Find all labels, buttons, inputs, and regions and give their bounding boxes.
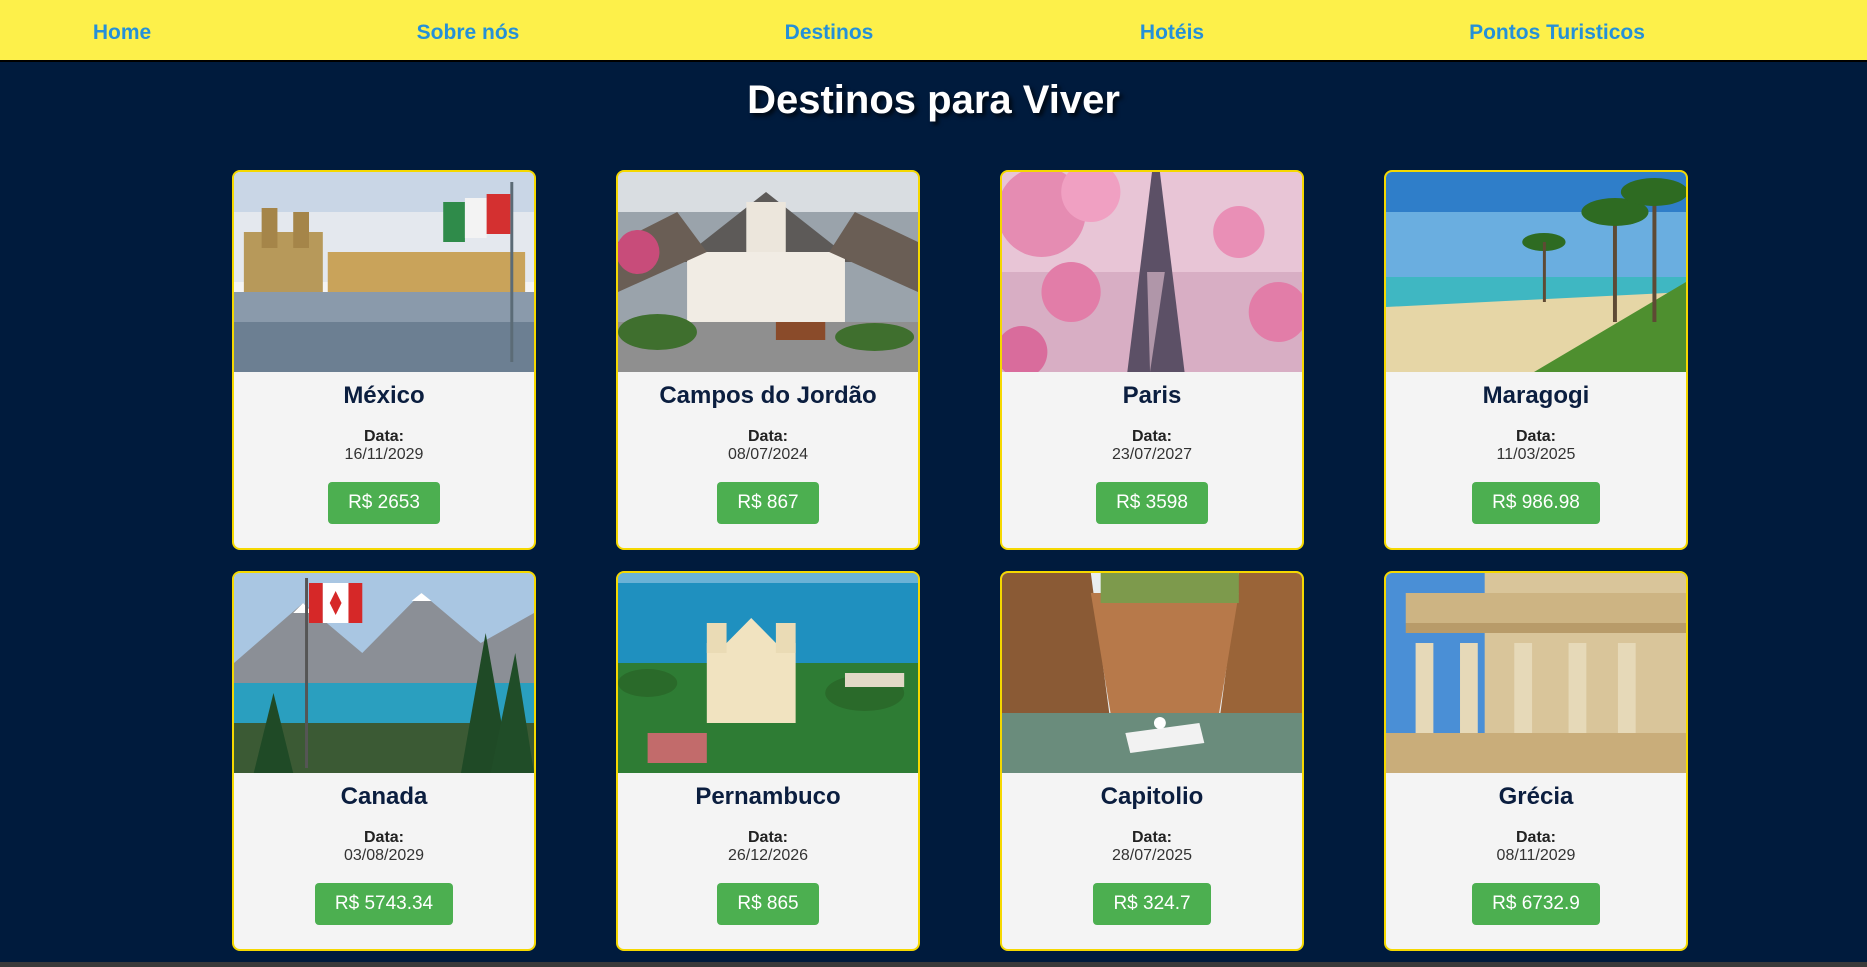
destination-card: México Data: 16/11/2029 R$ 2653: [232, 170, 536, 550]
destination-card: Paris Data: 23/07/2027 R$ 3598: [1000, 170, 1304, 550]
nav-link-home[interactable]: Home: [93, 21, 151, 45]
destination-name: Maragogi: [1482, 382, 1590, 409]
date-label: Data:: [363, 829, 404, 846]
destination-card: Pernambuco Data: 26/12/2026 R$ 865: [616, 571, 920, 951]
destination-grid: México Data: 16/11/2029 R$ 2653 Campos d…: [232, 170, 1688, 951]
destination-name: Grécia: [1498, 783, 1574, 810]
nav-link-hoteis[interactable]: Hotéis: [1140, 21, 1204, 45]
destination-card: Campos do Jordão Data: 08/07/2024 R$ 867: [616, 170, 920, 550]
destination-name: Paris: [1122, 382, 1182, 409]
destination-card: Canada Data: 03/08/2029 R$ 5743.34: [232, 571, 536, 951]
price-button[interactable]: R$ 865: [717, 883, 819, 925]
destination-name: México: [343, 382, 425, 409]
destination-photo: [234, 172, 534, 372]
destination-name: Pernambuco: [695, 783, 841, 810]
destination-photo: [618, 573, 918, 773]
destination-photo: [1386, 172, 1686, 372]
price-button[interactable]: R$ 5743.34: [314, 883, 454, 925]
destination-photo: [1386, 573, 1686, 773]
date-value: 28/07/2025: [1111, 847, 1193, 864]
date-value: 26/12/2026: [727, 847, 809, 864]
date-value: 11/03/2025: [1496, 446, 1576, 463]
date-label: Data:: [747, 428, 788, 445]
date-label: Data:: [363, 428, 404, 445]
date-value: 08/11/2029: [1496, 847, 1576, 864]
destination-card: Maragogi Data: 11/03/2025 R$ 986.98: [1384, 170, 1688, 550]
destination-photo: [1002, 172, 1302, 372]
date-label: Data:: [1515, 428, 1556, 445]
price-button[interactable]: R$ 6732.9: [1472, 883, 1600, 925]
date-label: Data:: [747, 829, 788, 846]
horizontal-scrollbar[interactable]: [0, 962, 1867, 967]
date-value: 03/08/2029: [343, 847, 425, 864]
nav-link-pontos-turisticos[interactable]: Pontos Turisticos: [1469, 21, 1645, 45]
destination-photo: [618, 172, 918, 372]
page-title: Destinos para Viver: [747, 78, 1120, 122]
nav-link-destinos[interactable]: Destinos: [785, 21, 874, 45]
date-label: Data:: [1515, 829, 1556, 846]
price-button[interactable]: R$ 986.98: [1472, 482, 1600, 524]
destination-card: Grécia Data: 08/11/2029 R$ 6732.9: [1384, 571, 1688, 951]
date-value: 08/07/2024: [727, 446, 809, 463]
price-button[interactable]: R$ 2653: [328, 482, 440, 524]
price-button[interactable]: R$ 867: [717, 482, 819, 524]
destination-photo: [234, 573, 534, 773]
price-button[interactable]: R$ 3598: [1096, 482, 1208, 524]
price-button[interactable]: R$ 324.7: [1093, 883, 1211, 925]
destination-name: Campos do Jordão: [659, 382, 877, 409]
destination-name: Canada: [340, 783, 428, 810]
destination-card: Capitolio Data: 28/07/2025 R$ 324.7: [1000, 571, 1304, 951]
destination-photo: [1002, 573, 1302, 773]
date-value: 23/07/2027: [1111, 446, 1193, 463]
date-label: Data:: [1131, 829, 1172, 846]
destination-name: Capitolio: [1100, 783, 1204, 810]
date-value: 16/11/2029: [344, 446, 424, 463]
date-label: Data:: [1131, 428, 1172, 445]
top-navigation-bar: Home Sobre nós Destinos Hotéis Pontos Tu…: [0, 0, 1867, 62]
nav-link-sobre-nos[interactable]: Sobre nós: [417, 21, 520, 45]
